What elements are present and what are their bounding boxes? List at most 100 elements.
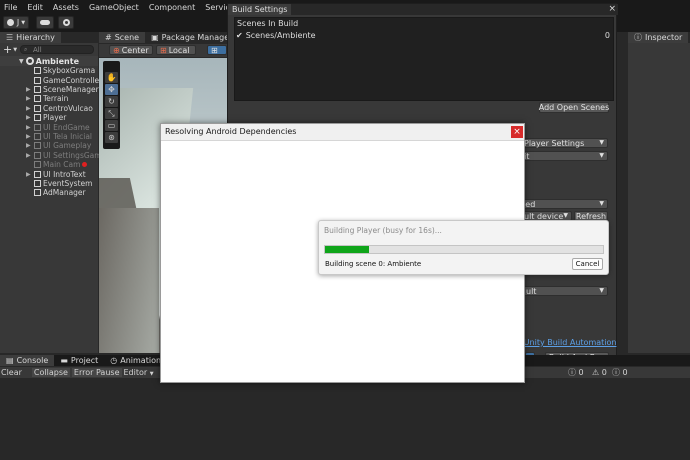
error-count[interactable]: ⓘ 0 (612, 367, 628, 378)
dialog-close-icon[interactable]: × (511, 126, 523, 138)
expand-arrow-icon[interactable]: ▶ (26, 124, 34, 131)
error-pause-button[interactable]: Error Pause (71, 368, 122, 377)
player-settings-dropdown[interactable]: Player Settings ▼ (520, 138, 608, 148)
build-settings-title: Build Settings (232, 5, 288, 14)
scene-root-label: Ambiente (35, 56, 79, 66)
hierarchy-item-label: UI Tela Inicial (43, 131, 93, 141)
hierarchy-item[interactable]: ▶ Player (0, 113, 66, 122)
hierarchy-item[interactable]: ▶ SceneManager (0, 85, 99, 94)
hierarchy-item[interactable]: ▶ Terrain (0, 94, 68, 103)
tab-package-manager-label: Package Manager (161, 33, 233, 42)
build-progress-dialog: Building Player (busy for 16s)... Buildi… (318, 220, 609, 275)
search-placeholder: All (33, 45, 42, 54)
tab-package-manager[interactable]: ▣ Package Manager (145, 32, 239, 43)
hierarchy-item-label: UI Gameplay (43, 141, 92, 151)
scene-root-row[interactable]: ▼ Ambiente (0, 56, 98, 66)
snap-dropdown[interactable]: ⊞ (207, 45, 227, 55)
expand-arrow-icon[interactable]: ▶ (26, 171, 34, 178)
menu-item-edit[interactable]: Edit (27, 3, 43, 12)
tab-inspector-label: Inspector (645, 33, 683, 42)
rect-tool-icon[interactable]: ▭ (105, 120, 118, 131)
expand-arrow-icon[interactable]: ▶ (26, 114, 34, 121)
clear-button[interactable]: Clear (1, 368, 22, 377)
add-object-button[interactable]: + (3, 43, 12, 56)
cloud-icon (40, 20, 50, 25)
search-input[interactable]: ⌕ All (20, 45, 94, 54)
info-count[interactable]: ⓘ 0 (568, 367, 584, 378)
collapse-button[interactable]: Collapse (31, 368, 70, 377)
menu-item-component[interactable]: Component (149, 3, 195, 12)
hierarchy-item-label: AdManager (43, 188, 86, 198)
account-button[interactable]: J ▼ (3, 16, 29, 29)
hierarchy-item-label: UI SettingsGam (43, 150, 102, 160)
transform-tool-icon[interactable]: ⊛ (105, 132, 118, 143)
tab-console-label: Console (16, 356, 49, 365)
hierarchy-item[interactable]: EventSystem (0, 179, 92, 188)
hierarchy-item[interactable]: GameControlle (0, 75, 99, 85)
hierarchy-item-label: EventSystem (43, 178, 93, 188)
info-icon: ⓘ (568, 368, 576, 377)
space-dropdown[interactable]: ⊞ Local (156, 45, 196, 55)
hierarchy-item[interactable]: ▶ UI Gameplay (0, 141, 91, 150)
hierarchy-item-label: Main Cam (43, 160, 81, 170)
compression-dropdown[interactable]: bled ▼ (514, 199, 608, 209)
scale-tool-icon[interactable]: ⤡ (105, 108, 118, 119)
unity-build-automation-link[interactable]: t Unity Build Automation (518, 338, 616, 347)
cancel-button[interactable]: Cancel (572, 258, 603, 270)
tab-project[interactable]: ▬ Project (54, 355, 105, 366)
gameobject-icon (34, 95, 41, 103)
move-tool-icon[interactable]: ✥ (105, 84, 118, 95)
account-label: J (16, 18, 20, 27)
editor-dropdown[interactable]: Editor ▼ (124, 368, 154, 377)
add-open-scenes-button[interactable]: Add Open Scenes (539, 102, 609, 113)
tab-animation-label: Animation (120, 356, 162, 365)
unity-scene-icon (25, 57, 34, 65)
gameobject-icon (34, 76, 41, 84)
expand-arrow-icon[interactable]: ▶ (26, 105, 34, 112)
scene-entry-row[interactable]: ✔ Scenes/Ambiente 0 (236, 30, 612, 40)
hand-tool-icon[interactable]: ✋ (105, 72, 118, 83)
tab-inspector[interactable]: ⓘ Inspector (628, 32, 689, 43)
pivot-dropdown[interactable]: ⊕ Center (109, 45, 153, 55)
build-config-label: ult (526, 286, 537, 296)
hierarchy-item[interactable]: ▶ CentroVulcao (0, 104, 93, 113)
tab-scene[interactable]: # Scene (99, 32, 146, 43)
hierarchy-item[interactable]: ▶ UI Tela Inicial (0, 132, 92, 141)
tab-console[interactable]: ▤ Console (0, 355, 55, 366)
hierarchy-item[interactable]: ▶ UI IntroText (0, 169, 86, 179)
menu-item-gameobject[interactable]: GameObject (89, 3, 139, 12)
hierarchy-item[interactable]: ▶ UI SettingsGam (0, 151, 102, 160)
expand-arrow-icon[interactable]: ▶ (26, 95, 34, 102)
expand-arrow-icon[interactable]: ▶ (26, 152, 34, 159)
hierarchy-item[interactable]: Main Cam (0, 160, 88, 170)
window-close-icon[interactable]: × (608, 4, 616, 14)
gameobject-icon (34, 142, 41, 150)
player-settings-label: Player Settings (524, 138, 585, 148)
hierarchy-panel: ☰ Hierarchy + ▼ ⌕ All ▼ Ambiente SkyboxGr… (0, 32, 102, 353)
search-icon: ⌕ (24, 46, 28, 53)
warning-count[interactable]: ⚠ 0 (592, 368, 607, 377)
hierarchy-item[interactable]: AdManager (0, 188, 86, 197)
expand-arrow-icon[interactable]: ▶ (26, 133, 34, 140)
progress-title: Building Player (busy for 16s)... (324, 226, 442, 235)
build-config-dropdown[interactable]: ult ▼ (522, 286, 608, 296)
tab-animation[interactable]: ◷ Animation (104, 355, 168, 366)
settings-button[interactable] (58, 16, 74, 29)
menu-item-assets[interactable]: Assets (53, 3, 79, 12)
tool-palette: ✋ ✥ ↻ ⤡ ▭ ⊛ (103, 61, 120, 149)
hierarchy-item[interactable]: ▶ UI EndGame (0, 122, 90, 132)
scene-checkbox[interactable]: ✔ (236, 31, 243, 40)
expand-arrow-icon[interactable]: ▶ (26, 142, 34, 149)
hierarchy-item-label: CentroVulcao (43, 103, 93, 113)
warning-icon: ⚠ (592, 368, 600, 377)
rotate-tool-icon[interactable]: ↻ (105, 96, 118, 107)
build-option-dropdown[interactable]: it ▼ (520, 151, 608, 161)
tab-hierarchy[interactable]: ☰ Hierarchy (0, 32, 61, 43)
expand-arrow-icon[interactable]: ▶ (26, 86, 34, 93)
cloud-button[interactable] (36, 16, 54, 29)
hierarchy-item-label: SkyboxGrama (43, 66, 96, 76)
menu-item-file[interactable]: File (4, 3, 17, 12)
hierarchy-item-label: UI EndGame (43, 122, 90, 132)
progress-bar-fill (325, 246, 370, 253)
hierarchy-item[interactable]: SkyboxGrama (0, 66, 95, 75)
